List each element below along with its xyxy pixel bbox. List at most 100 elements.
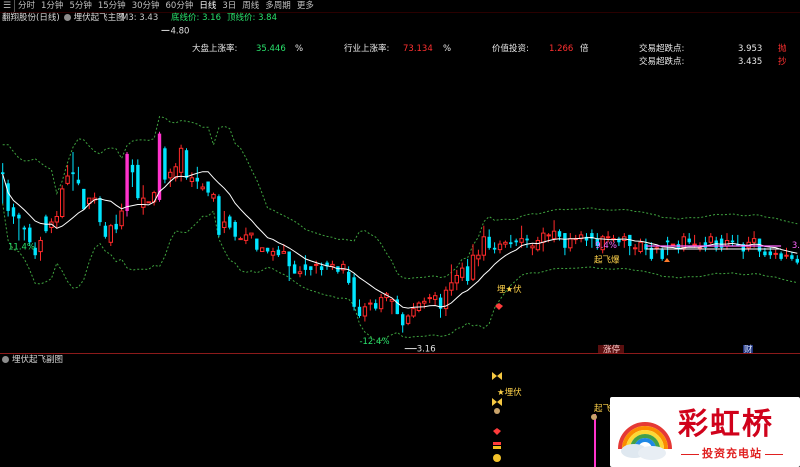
candle-body bbox=[352, 277, 356, 307]
candle-body bbox=[270, 251, 276, 256]
candle-body bbox=[492, 247, 497, 250]
money-bag-icon bbox=[494, 408, 500, 414]
tab-6[interactable]: 日线 bbox=[196, 0, 219, 12]
butterfly-icon-0 bbox=[492, 372, 502, 380]
candle-body bbox=[487, 236, 491, 248]
takeoff-signal-label: 起飞爆 bbox=[594, 255, 620, 266]
candle-body bbox=[530, 245, 535, 249]
value-invest-value: 1.266 bbox=[549, 44, 574, 54]
candle-body bbox=[281, 251, 287, 254]
candle-body bbox=[497, 243, 503, 251]
candle-body bbox=[454, 275, 460, 284]
rainbow-logo-icon bbox=[618, 422, 672, 460]
candle-body bbox=[525, 238, 529, 241]
candle-body bbox=[103, 225, 108, 237]
industry-rise-value: 73.134 bbox=[403, 44, 433, 54]
butterfly-icon-1 bbox=[492, 398, 502, 406]
tab-10[interactable]: 更多 bbox=[294, 0, 317, 12]
candle-body bbox=[374, 303, 378, 309]
candle-body bbox=[790, 255, 794, 259]
watermark-subtitle: 投资充电站 bbox=[678, 445, 786, 461]
candle-body bbox=[195, 177, 199, 182]
candle-body bbox=[141, 197, 146, 208]
candle-body bbox=[401, 314, 405, 326]
candle-body bbox=[238, 238, 243, 241]
candle-body bbox=[460, 267, 465, 278]
candle-body bbox=[665, 240, 670, 243]
tab-9[interactable]: 多周期 bbox=[262, 0, 294, 12]
candle-body bbox=[228, 216, 232, 228]
candle-body bbox=[38, 240, 43, 253]
buy-point-label: 交易超跌点: bbox=[639, 57, 685, 67]
candle-body bbox=[779, 253, 783, 259]
candle-body bbox=[427, 297, 433, 300]
ambush-signal-label: 埋★伏 bbox=[497, 284, 522, 295]
candle-body bbox=[481, 236, 487, 256]
gem-icon bbox=[495, 303, 503, 310]
candle-body bbox=[168, 171, 173, 179]
tab-7[interactable]: 3日 bbox=[219, 0, 239, 12]
upper-band-line bbox=[2, 116, 798, 280]
candle-body bbox=[130, 164, 135, 173]
tab-8[interactable]: 周线 bbox=[239, 0, 262, 12]
candle-body bbox=[82, 188, 86, 210]
sub-bar-red bbox=[493, 442, 501, 445]
tab-0[interactable]: 分时 bbox=[14, 0, 38, 12]
tab-3[interactable]: 15分钟 bbox=[95, 0, 129, 12]
candle-body bbox=[309, 266, 313, 270]
candle-body bbox=[276, 249, 281, 256]
candle-body bbox=[125, 153, 129, 211]
finance-tag: 财 bbox=[744, 344, 753, 353]
tab-1[interactable]: 1分钟 bbox=[38, 0, 66, 12]
value-invest-label: 价值投资: bbox=[492, 44, 529, 54]
candle-body bbox=[638, 241, 643, 253]
candle-body bbox=[773, 252, 778, 255]
sell-point-label: 交易超跌点: bbox=[639, 44, 685, 54]
candle-body bbox=[519, 238, 524, 243]
candle-body bbox=[173, 166, 178, 179]
candle-body bbox=[503, 241, 508, 245]
candle-body bbox=[670, 243, 676, 246]
tab-2[interactable]: 5分钟 bbox=[66, 0, 94, 12]
candle-body bbox=[357, 306, 362, 316]
candle-body bbox=[368, 302, 373, 305]
pct-low-label: -12.4% bbox=[359, 337, 389, 347]
candle-body bbox=[189, 177, 195, 183]
candle-body bbox=[411, 308, 416, 317]
candle-body bbox=[692, 243, 697, 246]
candle-body bbox=[297, 271, 303, 275]
tab-4[interactable]: 30分钟 bbox=[129, 0, 163, 12]
candle-body bbox=[222, 221, 227, 228]
sell-point-value: 3.953 bbox=[738, 44, 763, 54]
candle-body bbox=[330, 263, 335, 267]
buy-point-tag: 抄 bbox=[778, 57, 787, 67]
tab-5[interactable]: 60分钟 bbox=[163, 0, 197, 12]
candle-body bbox=[119, 210, 124, 227]
high-price-label: 4.80 bbox=[170, 26, 189, 36]
candle-body bbox=[319, 266, 324, 270]
candle-body bbox=[146, 201, 151, 204]
candle-body bbox=[65, 175, 70, 184]
candle-body bbox=[54, 216, 59, 223]
value-invest-unit: 倍 bbox=[580, 44, 589, 54]
candle-body bbox=[546, 234, 551, 237]
candle-body bbox=[1, 172, 5, 175]
candle-body bbox=[784, 254, 789, 257]
candle-body bbox=[206, 181, 210, 193]
toolbar-menu-icon[interactable]: ☰ bbox=[0, 0, 14, 12]
candle-body bbox=[433, 295, 438, 300]
limitup-tag: 涨停 bbox=[603, 344, 621, 353]
ma-line bbox=[2, 171, 798, 309]
takeoff-bar bbox=[594, 414, 596, 467]
candle-body bbox=[449, 282, 454, 291]
candle-body bbox=[60, 188, 65, 217]
candle-body bbox=[405, 315, 411, 324]
watermark-title: 彩虹桥 bbox=[678, 407, 774, 442]
candle-body bbox=[763, 251, 767, 256]
candle-body bbox=[541, 232, 546, 243]
market-rise-label: 大盘上涨率: bbox=[192, 44, 238, 54]
candle-body bbox=[703, 242, 708, 248]
candle-body bbox=[795, 258, 799, 263]
candle-body bbox=[249, 232, 254, 236]
candle-body bbox=[76, 179, 81, 184]
